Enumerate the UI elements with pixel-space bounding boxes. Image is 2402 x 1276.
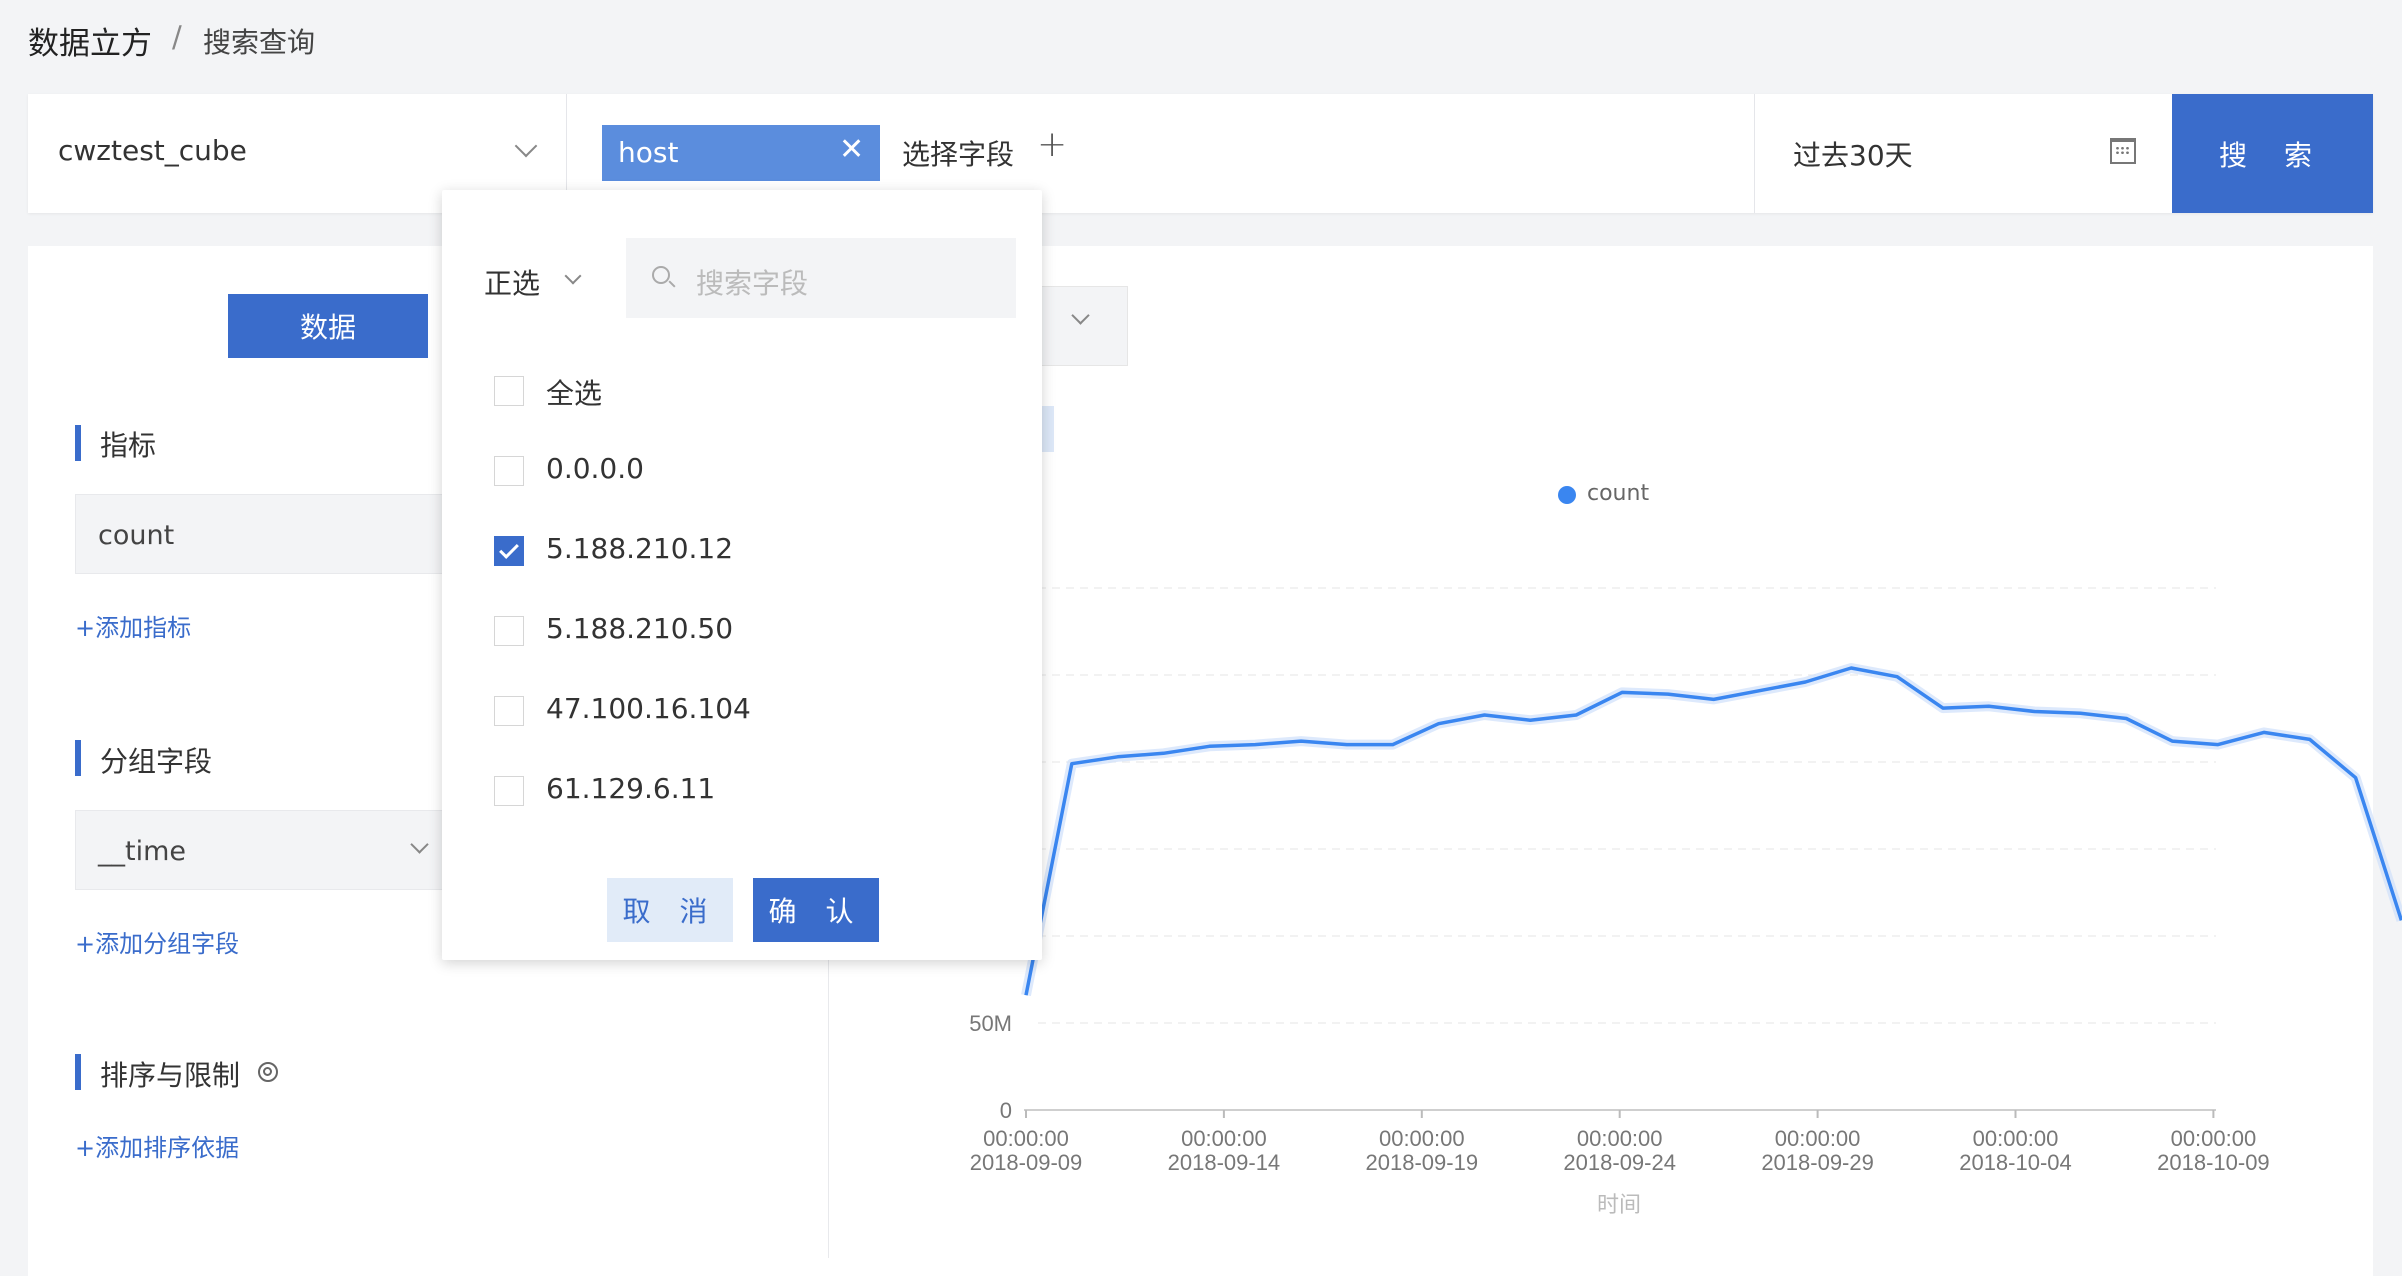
breadcrumb-separator: /: [172, 20, 182, 54]
sort-limit-title: 排序与限制: [100, 1054, 240, 1094]
option-label: 0.0.0.0: [546, 452, 644, 485]
time-range-label: 过去30天: [1793, 134, 1913, 174]
option-label: 47.100.16.104: [546, 692, 751, 725]
option-checkbox[interactable]: [494, 616, 524, 646]
group-field-select[interactable]: __time: [75, 810, 455, 890]
metrics-title: 指标: [100, 424, 156, 464]
add-sort-link[interactable]: +添加排序依据: [75, 1128, 239, 1163]
confirm-button[interactable]: 确 认: [753, 878, 879, 942]
tab-data[interactable]: 数据: [228, 294, 428, 358]
main-panel: 数据 指标 count +添加指标 分组字段 __time +添加分组字段 排序…: [28, 246, 2373, 1276]
filter-tag-label: host: [618, 136, 678, 169]
add-group-field-link[interactable]: +添加分组字段: [75, 924, 239, 959]
chevron-down-icon: [565, 268, 582, 285]
option-label: 5.188.210.12: [546, 532, 733, 565]
time-range-picker[interactable]: 过去30天: [1754, 94, 2173, 213]
view-toggle[interactable]: [1040, 406, 1054, 452]
option-label: 全选: [546, 372, 602, 412]
query-toolbar: cwztest_cube host ✕ 选择字段 + 过去30天 搜 索: [28, 94, 2373, 213]
x-axis-title: 时间: [1597, 1187, 1641, 1219]
cancel-button[interactable]: 取 消: [607, 878, 733, 942]
option-checkbox[interactable]: [494, 696, 524, 726]
legend-label[interactable]: count: [1587, 481, 1649, 506]
cube-name: cwztest_cube: [58, 134, 247, 167]
section-marker: [75, 1054, 81, 1090]
option-checkbox[interactable]: [494, 456, 524, 486]
add-metric-link[interactable]: +添加指标: [75, 608, 191, 643]
chevron-down-icon: [1071, 306, 1089, 324]
breadcrumb-current: 搜索查询: [203, 21, 315, 61]
search-icon: [652, 266, 670, 284]
option-checkbox[interactable]: [494, 776, 524, 806]
search-button[interactable]: 搜 索: [2172, 94, 2373, 213]
field-filter-popover: 正选 搜索字段 全选 0.0.0.0 5.188.210.12 5.188.210.5…: [442, 190, 1042, 960]
legend-marker: [1558, 486, 1576, 504]
option-label: 61.129.6.11: [546, 772, 715, 805]
chart-type-select[interactable]: [1040, 286, 1128, 366]
option-label: 5.188.210.50: [546, 612, 733, 645]
option-checkbox[interactable]: [494, 376, 524, 406]
metric-field[interactable]: count: [75, 494, 465, 574]
field-search-placeholder: 搜索字段: [696, 262, 808, 302]
filter-tag-host[interactable]: host ✕: [602, 125, 880, 181]
filter-mode-select[interactable]: 正选: [484, 262, 540, 302]
metric-value: count: [98, 520, 174, 551]
gear-icon[interactable]: [258, 1062, 278, 1082]
calendar-icon: [2110, 138, 2136, 164]
breadcrumb-root[interactable]: 数据立方: [28, 18, 152, 63]
field-search-input[interactable]: 搜索字段: [626, 238, 1016, 318]
group-fields-title: 分组字段: [100, 740, 212, 780]
group-field-value: __time: [98, 836, 186, 867]
section-marker: [75, 425, 81, 461]
close-icon[interactable]: ✕: [839, 132, 864, 167]
plus-icon[interactable]: +: [1037, 124, 1067, 165]
chevron-down-icon: [410, 835, 428, 853]
section-marker: [75, 740, 81, 776]
option-checkbox[interactable]: [494, 536, 524, 566]
chevron-down-icon: [515, 135, 538, 158]
select-field-button[interactable]: 选择字段: [902, 133, 1014, 173]
